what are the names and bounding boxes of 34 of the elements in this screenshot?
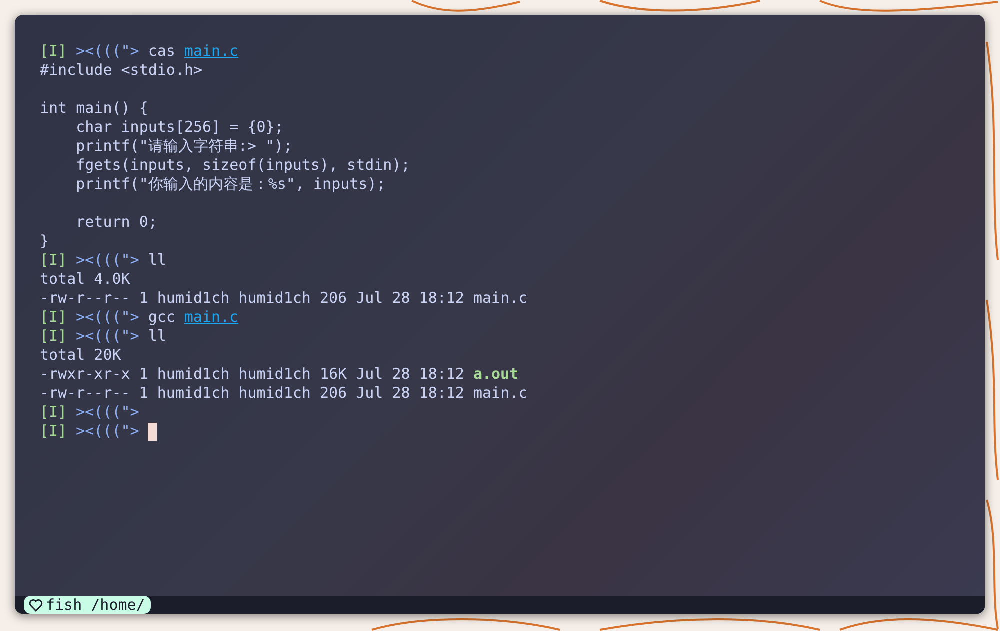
prompt-symbol: ><((("> xyxy=(76,308,140,327)
file-link[interactable]: main.c xyxy=(184,42,239,61)
mode-indicator: [I] xyxy=(40,251,68,270)
prompt-symbol: ><((("> xyxy=(76,422,140,441)
prompt-symbol: ><((("> xyxy=(76,251,140,270)
output-line: return 0; xyxy=(75,213,158,232)
output-line: fgets(inputs, sizeof(inputs), stdin); xyxy=(75,156,410,175)
executable-name: a.out xyxy=(473,365,519,384)
output-line: char inputs[256] = {0}; xyxy=(75,118,284,137)
command-text: ll xyxy=(148,251,166,270)
mode-indicator: [I] xyxy=(40,42,68,61)
output-line: } xyxy=(40,232,50,251)
file-link[interactable]: main.c xyxy=(184,308,239,327)
prompt-symbol: ><((("> xyxy=(76,42,140,61)
prompt-symbol: ><((("> xyxy=(76,327,140,346)
output-line: total 4.0K xyxy=(40,270,130,289)
command-text: ll xyxy=(148,327,166,346)
output-line: int main() { xyxy=(40,99,148,118)
shell-tab[interactable]: fish /home/ xyxy=(24,596,152,614)
heart-icon xyxy=(29,598,43,612)
output-line: printf("你输入的内容是：%s", inputs); xyxy=(75,175,386,194)
command-text: gcc xyxy=(148,308,176,327)
mode-indicator: [I] xyxy=(40,422,68,441)
output-line: total 20K xyxy=(40,346,122,365)
output-line: -rwxr-xr-x 1 humid1ch humid1ch 16K Jul 28 18:12 xyxy=(40,365,464,384)
command-text: cas xyxy=(148,42,176,61)
output-line: -rw-r--r-- 1 humid1ch humid1ch 206 Jul 28 18:12 main.c xyxy=(40,289,528,308)
output-line: printf("请输入字符串:> "); xyxy=(75,137,293,156)
mode-indicator: [I] xyxy=(40,308,68,327)
output-line: #include <stdio.h> xyxy=(40,61,203,80)
mode-indicator: [I] xyxy=(40,403,68,422)
output-line: -rw-r--r-- 1 humid1ch humid1ch 206 Jul 28 18:12 main.c xyxy=(40,384,528,403)
mode-indicator: [I] xyxy=(40,327,68,346)
prompt-symbol: ><((("> xyxy=(76,403,140,422)
